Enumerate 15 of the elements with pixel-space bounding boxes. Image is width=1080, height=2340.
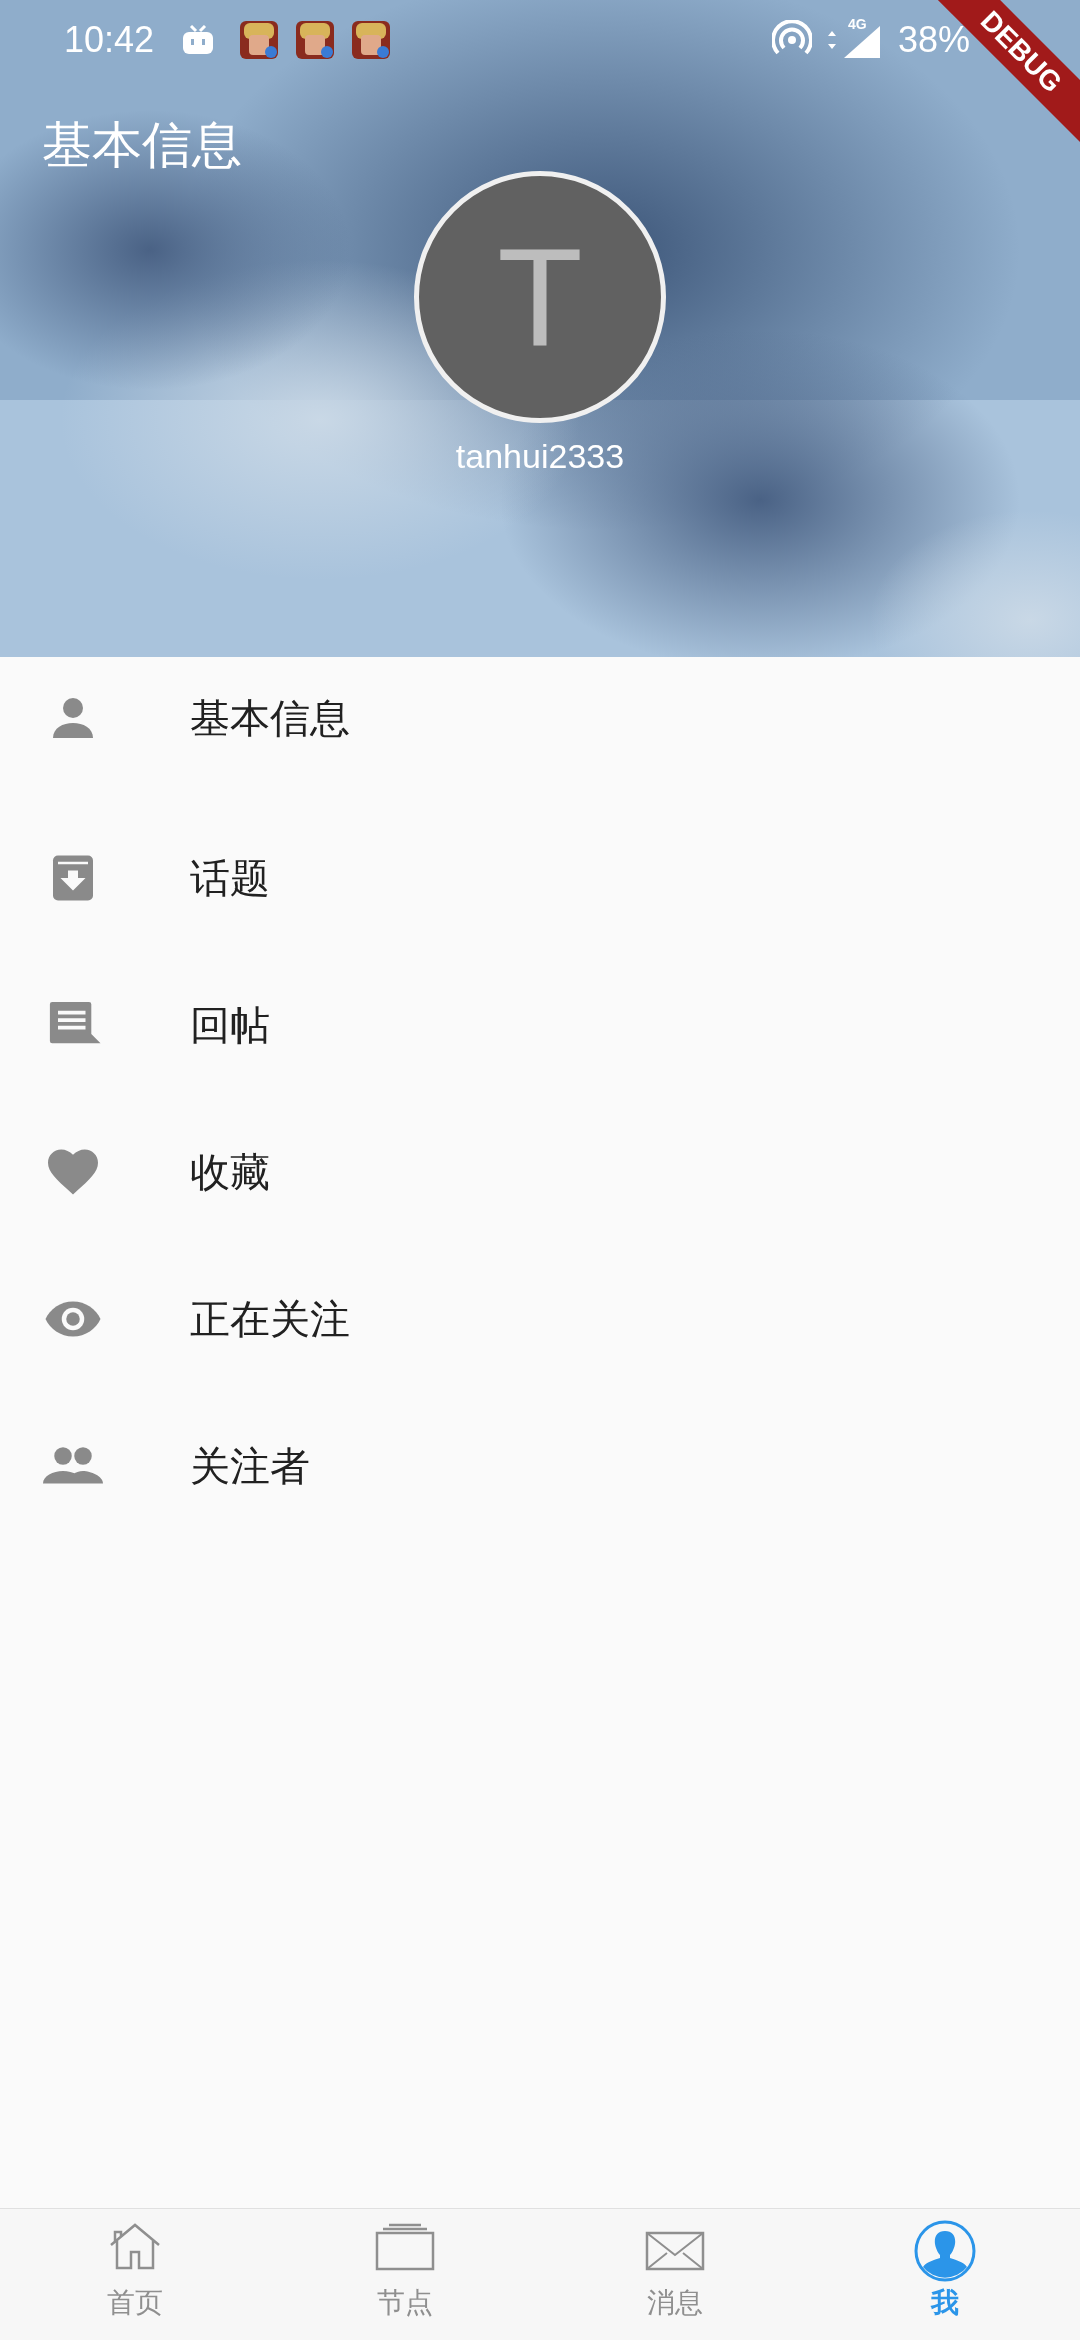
status-time: 10:42 [64, 18, 155, 62]
game-app-icon [352, 21, 391, 59]
profile-icon [913, 2219, 977, 2283]
menu-item[interactable]: 正在关注 [0, 1245, 1080, 1392]
menu-item[interactable]: 收藏 [0, 1098, 1080, 1245]
battery-percent: 38% [897, 18, 970, 62]
menu-item[interactable]: 关注者 [0, 1392, 1080, 1539]
menu-item[interactable]: 回帖 [0, 951, 1080, 1098]
menu-item[interactable]: 基本信息 [0, 657, 1080, 804]
robot-icon [182, 25, 215, 55]
username: tanhui2333 [455, 436, 625, 477]
game-app-icon [296, 21, 335, 59]
menu-item[interactable]: 话题 [0, 804, 1080, 951]
page-title: 基本信息 [42, 117, 242, 173]
game-app-icon [240, 21, 279, 59]
